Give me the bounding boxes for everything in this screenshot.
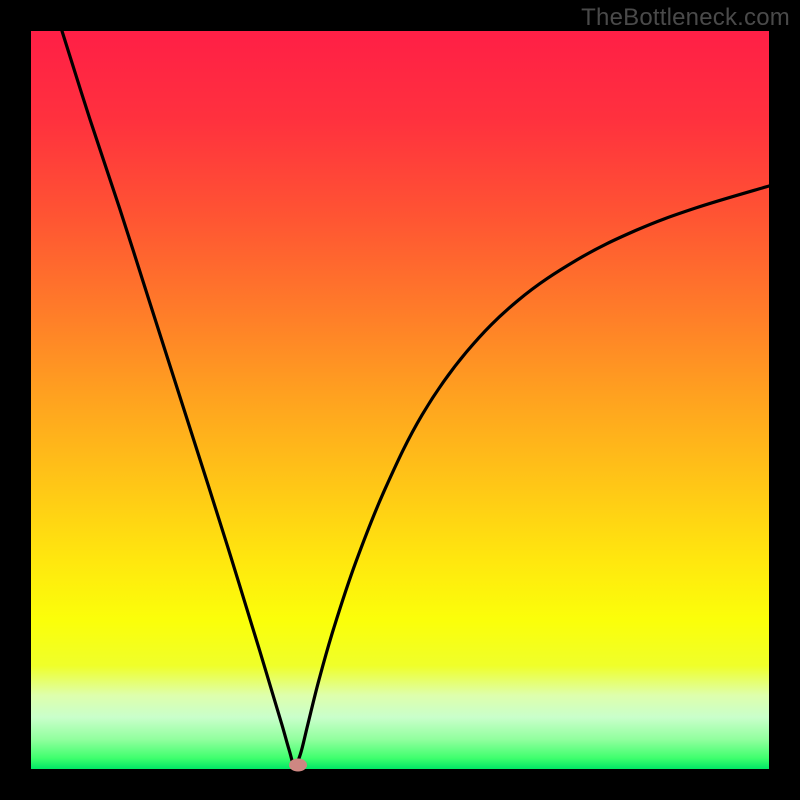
bottleneck-chart [31, 31, 769, 769]
chart-frame: TheBottleneck.com [0, 0, 800, 800]
optimum-marker [289, 758, 307, 771]
attribution-label: TheBottleneck.com [581, 4, 790, 32]
chart-background [31, 31, 769, 769]
